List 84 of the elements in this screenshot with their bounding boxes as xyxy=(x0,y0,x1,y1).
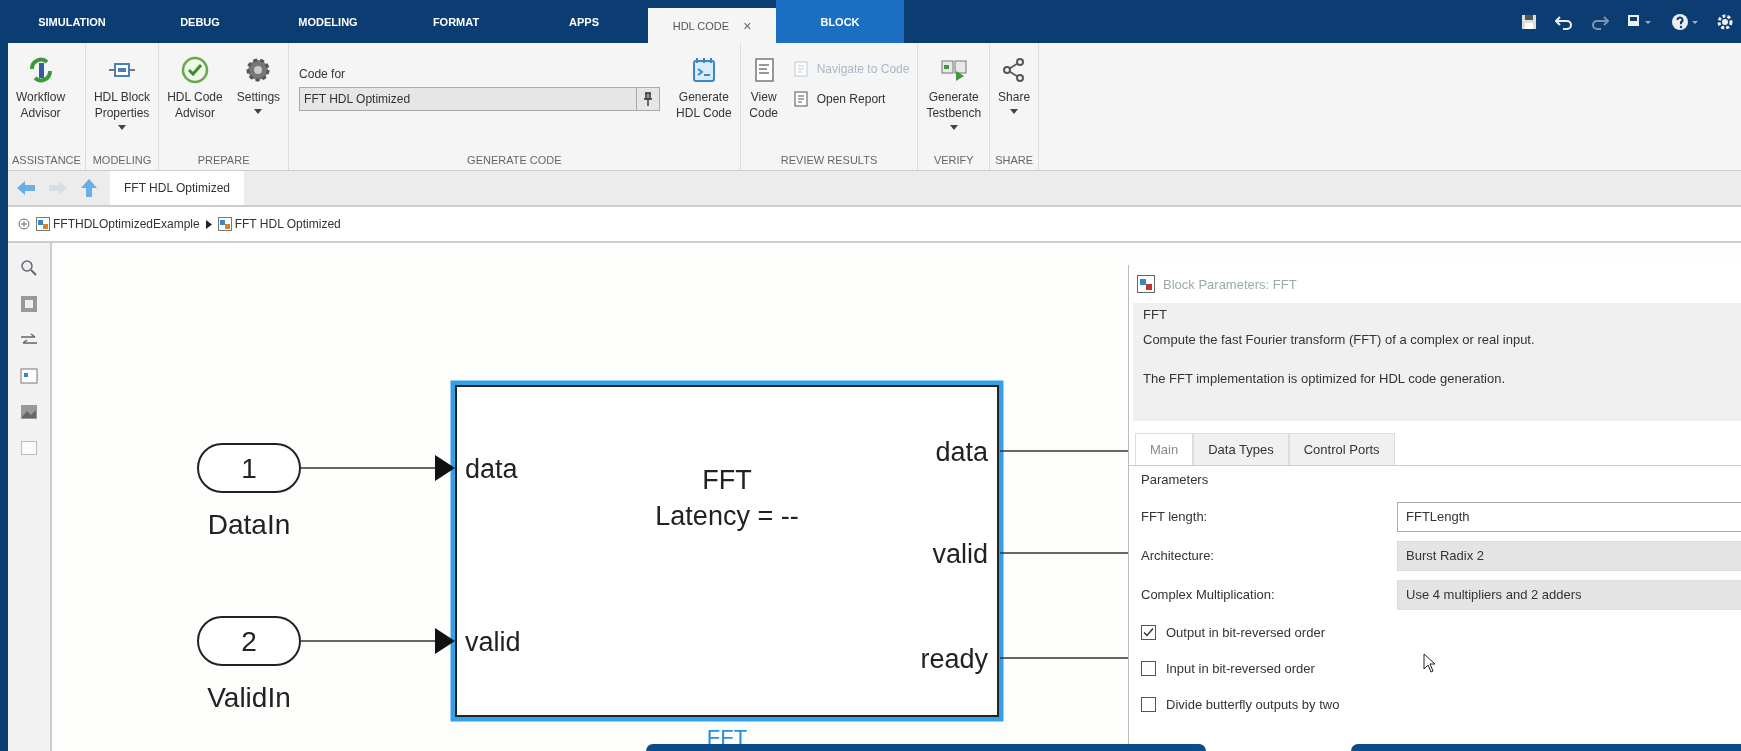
input-field[interactable]: FFTLength xyxy=(1397,501,1741,532)
ribbon-tab[interactable]: HDL CODE × xyxy=(648,8,776,43)
block-icon xyxy=(1137,275,1155,293)
port-label: ValidIn xyxy=(207,682,291,713)
checkbox-label: Input in bit-reversed order xyxy=(1166,660,1315,676)
block-title: FFT xyxy=(702,465,752,495)
ribbon-tab[interactable]: SIMULATION xyxy=(8,0,136,43)
fft-block[interactable] xyxy=(450,380,1004,722)
ribbon-button[interactable]: Open Report xyxy=(788,87,914,111)
ribbon-button[interactable]: Settings xyxy=(232,53,285,116)
annotation-icon[interactable] xyxy=(20,367,38,385)
inport-block[interactable]: 2 xyxy=(197,616,301,666)
check-icon xyxy=(179,55,210,85)
zoom-icon[interactable] xyxy=(20,259,38,277)
breadcrumb-link[interactable]: FFT HDL Optimized xyxy=(217,217,341,231)
dialog-tab[interactable]: Data Types xyxy=(1193,433,1289,465)
model-icon xyxy=(36,217,50,231)
cursor-icon xyxy=(1423,653,1437,673)
model-icon xyxy=(217,217,232,231)
output-port-label: ready xyxy=(920,644,988,674)
fit-view-icon[interactable] xyxy=(20,295,38,313)
group-title: Parameters xyxy=(1141,472,1210,487)
redo-icon[interactable] xyxy=(1591,13,1609,30)
ribbon-button[interactable]: Share xyxy=(994,53,1035,116)
model-field[interactable]: FFT HDL Optimized xyxy=(299,87,638,111)
input-port-label: data xyxy=(465,454,518,484)
help-icon[interactable] xyxy=(1671,12,1699,31)
dialog-tab[interactable]: Control Ports xyxy=(1288,433,1395,465)
parameter-label: Architecture: xyxy=(1141,548,1215,563)
parameter-label: Complex Multiplication: xyxy=(1141,587,1276,602)
checkbox-label: Divide butterfly outputs by two xyxy=(1166,696,1340,712)
report-icon xyxy=(792,91,809,107)
image-icon[interactable] xyxy=(20,403,38,421)
close-icon[interactable]: × xyxy=(743,17,752,34)
checkbox[interactable] xyxy=(1141,696,1156,712)
ribbon-tab[interactable]: APPS xyxy=(520,0,648,43)
model-tab[interactable]: FFT HDL Optimized xyxy=(110,171,245,205)
dialog-title: Block Parameters: FFT xyxy=(1163,276,1297,292)
ribbon-button[interactable]: View Code xyxy=(744,53,783,123)
description-text: The FFT implementation is optimized for HDL code generation. xyxy=(1143,371,1506,386)
output-port-label: valid xyxy=(932,539,988,569)
separator-arrow-icon xyxy=(205,219,212,229)
port-number: 2 xyxy=(241,626,257,657)
group-title: SHARE xyxy=(994,154,1035,168)
report-icon xyxy=(792,61,809,77)
group-title: ASSISTANCE xyxy=(12,154,81,168)
settings-icon[interactable] xyxy=(1717,13,1733,30)
ribbon-tab[interactable]: BLOCK xyxy=(776,0,904,43)
port-label: DataIn xyxy=(207,509,291,540)
group-title: MODELING xyxy=(91,154,153,168)
input-port-label: valid xyxy=(465,627,521,657)
ribbon-tab[interactable]: FORMAT xyxy=(392,0,520,43)
group-title: REVIEW RESULTS xyxy=(779,154,879,168)
ribbon-tab[interactable]: MODELING xyxy=(264,0,392,43)
block-latency: Latency = -- xyxy=(655,501,799,531)
ribbon-button[interactable]: Workflow Advisor xyxy=(12,53,70,123)
parameter-label: FFT length: xyxy=(1141,509,1209,524)
description-text: Compute the fast Fourier transform (FFT) of a complex or real input. xyxy=(1143,332,1536,347)
checkbox[interactable] xyxy=(1141,624,1156,640)
undo-icon[interactable] xyxy=(1555,13,1573,30)
breadcrumb-link[interactable]: FFTHDLOptimizedExample xyxy=(36,217,200,231)
pin-icon xyxy=(644,92,653,106)
ribbon-tab[interactable]: DEBUG xyxy=(136,0,264,43)
ribbon-button[interactable]: Generate Testbench xyxy=(922,53,986,132)
group-title: PREPARE xyxy=(196,154,251,168)
checkbox[interactable] xyxy=(1141,660,1156,676)
port-number: 1 xyxy=(241,453,257,484)
checkbox-label: Output in bit-reversed order xyxy=(1166,624,1325,640)
inport-block[interactable]: 1 xyxy=(197,443,301,493)
ribbon-button[interactable]: Generate HDL Code xyxy=(672,53,736,123)
dropdown[interactable]: Burst Radix 2 xyxy=(1397,540,1741,571)
group-title: GENERATE CODE xyxy=(466,154,563,168)
group-title: VERIFY xyxy=(932,154,975,168)
section-title: FFT xyxy=(1143,307,1168,322)
dialog-tab[interactable]: Main xyxy=(1135,433,1194,465)
ribbon-button[interactable]: HDL Block Properties xyxy=(89,53,155,132)
dropdown[interactable]: Use 4 multipliers and 2 adders xyxy=(1397,579,1741,610)
block-name: FFT xyxy=(706,725,748,750)
expand-icon[interactable] xyxy=(18,218,30,230)
field-label: Code for xyxy=(299,67,347,81)
output-port-label: data xyxy=(935,437,988,467)
save-icon[interactable] xyxy=(1521,13,1537,30)
ribbon-button[interactable]: HDL Code Advisor xyxy=(163,53,227,123)
pin-button[interactable] xyxy=(637,87,661,111)
